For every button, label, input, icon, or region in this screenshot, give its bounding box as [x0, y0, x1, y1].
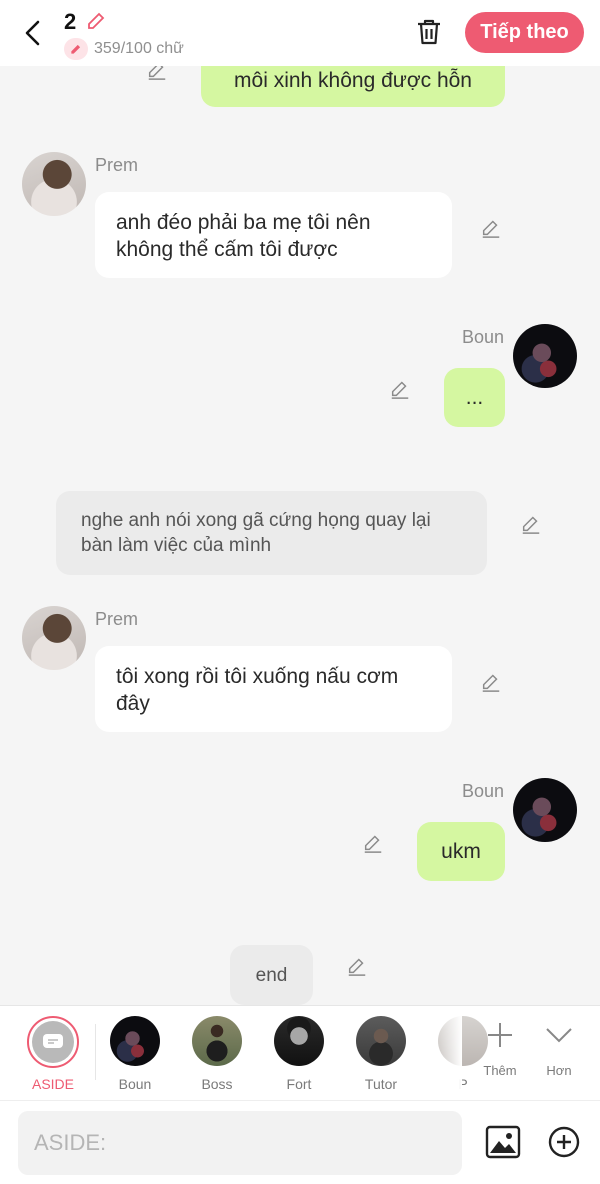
plus-icon [488, 1023, 512, 1047]
more-button[interactable]: Hơn [534, 1020, 584, 1078]
avatar-boun [513, 778, 577, 842]
sender-name: Boun [462, 327, 505, 347]
character-fort[interactable]: Fort [274, 1016, 324, 1092]
word-count: 359/100 chữ [94, 40, 184, 57]
next-button[interactable]: Tiếp theo [465, 12, 584, 53]
avatar-prem [22, 606, 86, 670]
message-bubble-self[interactable]: ... [444, 368, 505, 427]
edit-icon[interactable] [389, 377, 411, 399]
character-boss[interactable]: Boss [192, 1016, 242, 1092]
character-name: Tutor [364, 1076, 398, 1092]
edit-icon[interactable] [346, 954, 368, 976]
character-avatar [356, 1016, 406, 1066]
chevron-down-icon [546, 1028, 572, 1043]
aside-text: end [255, 964, 288, 986]
message-text: ukm [441, 840, 481, 863]
message-text: anh đéo phải ba mẹ tôi nên không thể cấm… [116, 211, 371, 261]
aside-bubble[interactable]: end [230, 945, 313, 1005]
divider [95, 1024, 96, 1080]
avatar-boun [513, 324, 577, 388]
aside-text: nghe anh nói xong gã cứng họng quay lại … [81, 510, 431, 556]
add-circle-icon[interactable] [547, 1125, 581, 1159]
character-avatar [110, 1016, 160, 1066]
message-bubble-other[interactable]: anh đéo phải ba mẹ tôi nên không thể cấm… [95, 192, 452, 278]
more-label: Hơn [546, 1063, 572, 1078]
message-bubble-self[interactable]: ukm [417, 822, 505, 881]
sender-name: Prem [95, 609, 139, 629]
character-name: Boun [118, 1076, 152, 1092]
aside-label: ASIDE [31, 1076, 74, 1092]
edit-icon[interactable] [520, 512, 542, 534]
character-avatar [192, 1016, 242, 1066]
aside-chat-icon [43, 1034, 63, 1048]
message-text: môi xinh không được hỗn [234, 69, 472, 92]
message-text: tôi xong rồi tôi xuống nấu cơm đây [116, 665, 399, 715]
edit-icon[interactable] [480, 216, 502, 238]
scroll-fade [432, 1006, 462, 1101]
image-icon[interactable] [485, 1125, 521, 1159]
sender-name: Prem [95, 155, 139, 175]
add-label: Thêm [483, 1063, 517, 1078]
character-tutor[interactable]: Tutor [356, 1016, 406, 1092]
trash-icon[interactable] [414, 17, 444, 47]
pencil-badge-icon [64, 38, 88, 60]
add-character-button[interactable]: Thêm [475, 1020, 525, 1078]
character-name: Boss [201, 1076, 233, 1092]
message-input[interactable] [18, 1111, 462, 1175]
message-text: ... [465, 386, 484, 409]
input-bar [0, 1100, 600, 1184]
edit-icon[interactable] [480, 670, 502, 692]
character-avatar [274, 1016, 324, 1066]
sender-name: Boun [462, 781, 505, 801]
aside-selector[interactable] [27, 1016, 79, 1068]
back-arrow-icon[interactable] [18, 16, 48, 50]
top-bar: 2 359/100 chữ Tiếp theo [0, 0, 600, 66]
message-bubble-other[interactable]: tôi xong rồi tôi xuống nấu cơm đây [95, 646, 452, 732]
aside-bubble[interactable]: nghe anh nói xong gã cứng họng quay lại … [56, 491, 487, 575]
chat-area[interactable]: môi xinh không được hỗn Prem anh đéo phả… [0, 0, 600, 1005]
character-name: Fort [286, 1076, 312, 1092]
chapter-number: 2 [64, 9, 77, 34]
avatar-prem [22, 152, 86, 216]
edit-icon[interactable] [362, 831, 384, 853]
edit-title-icon[interactable] [84, 9, 108, 33]
character-bar: ASIDE Boun Boss Fort Tutor P Thêm Hơn [0, 1005, 600, 1101]
character-boun[interactable]: Boun [110, 1016, 160, 1092]
